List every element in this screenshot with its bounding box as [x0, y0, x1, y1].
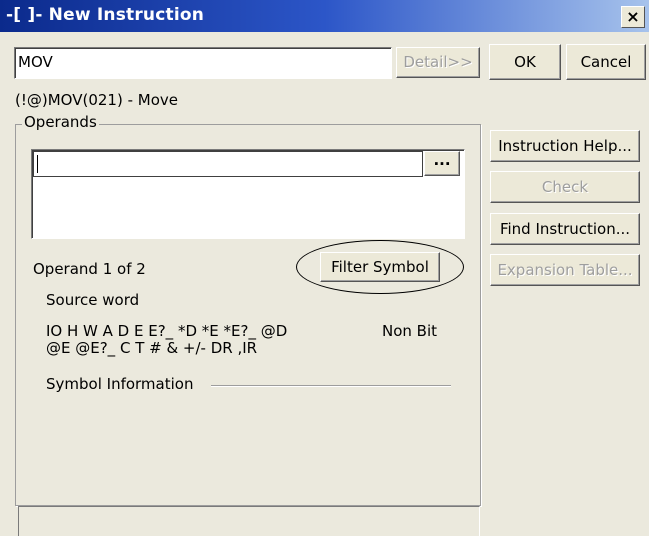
instruction-description: (!@)MOV(021) - Move: [15, 91, 178, 109]
symbol-information-label: Symbol Information: [46, 375, 194, 393]
instruction-input-value: MOV: [18, 53, 53, 71]
new-instruction-dialog: -[ ]- New Instruction × MOV Detail>> OK …: [0, 0, 649, 536]
bit-type-label: Non Bit: [382, 322, 438, 340]
text-caret: [37, 155, 38, 173]
highlight-ellipse: [296, 240, 464, 294]
check-button[interactable]: Check: [490, 171, 640, 203]
status-bar: [18, 506, 480, 536]
close-button[interactable]: ×: [621, 6, 645, 28]
allowed-types-line1: IO H W A D E E?_ *D *E *E?_ @D: [46, 322, 288, 340]
close-icon: ×: [626, 7, 640, 26]
cancel-button[interactable]: Cancel: [566, 44, 646, 80]
instruction-input[interactable]: MOV: [14, 47, 392, 79]
expansion-table-button[interactable]: Expansion Table...: [490, 254, 640, 286]
operand-name: Source word: [46, 291, 140, 309]
operands-legend: Operands: [22, 113, 99, 131]
operand-input[interactable]: [33, 151, 423, 177]
ok-button[interactable]: OK: [489, 44, 561, 80]
symbol-information-divider: [211, 385, 451, 386]
allowed-types-line2: @E @E?_ C T # & +/- DR ,IR: [46, 339, 258, 357]
operand-counter: Operand 1 of 2: [33, 260, 146, 278]
instruction-help-button[interactable]: Instruction Help...: [490, 130, 640, 162]
ellipsis-icon: ...: [433, 151, 451, 169]
title-bar[interactable]: -[ ]- New Instruction ×: [0, 0, 649, 32]
find-instruction-button[interactable]: Find Instruction...: [490, 213, 640, 245]
browse-button[interactable]: ...: [424, 151, 460, 176]
detail-button[interactable]: Detail>>: [396, 47, 480, 78]
window-title: -[ ]- New Instruction: [6, 5, 205, 25]
